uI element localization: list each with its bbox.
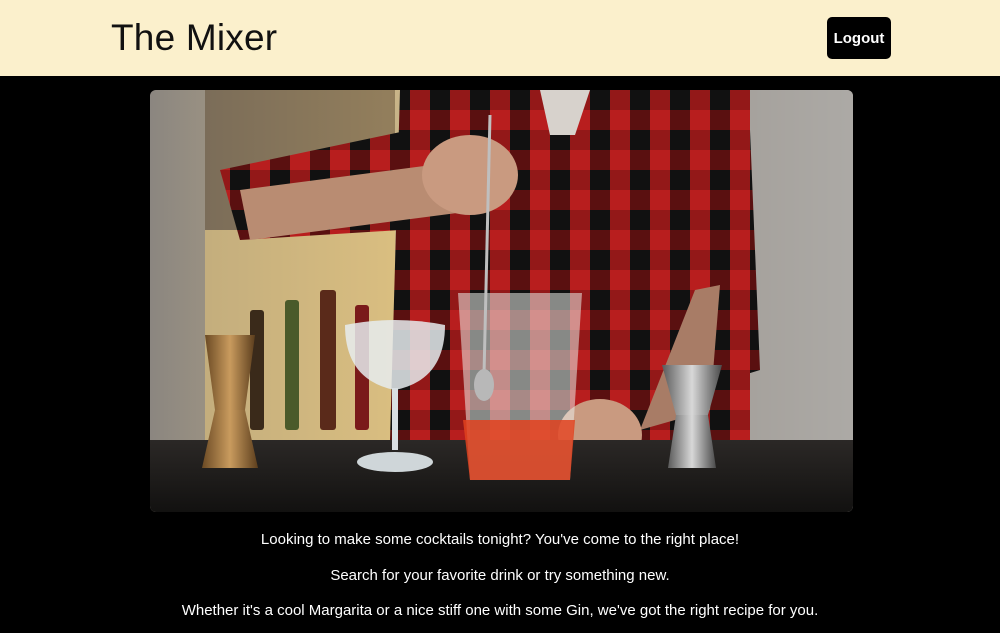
intro-line-3: Whether it's a cool Margarita or a nice … [181,602,819,619]
bartender-photo-icon [150,90,853,512]
intro-line-1: Looking to make some cocktails tonight? … [260,531,740,548]
site-title[interactable]: The Mixer [111,14,277,62]
logout-button[interactable]: Logout [827,17,891,59]
hero-image [150,90,853,512]
top-navbar: The Mixer Logout [0,0,1000,76]
intro-line-2: Search for your favorite drink or try so… [330,567,670,584]
